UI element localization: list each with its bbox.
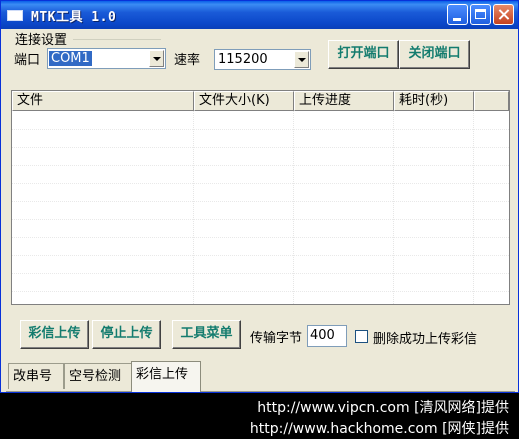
grid-line: [12, 291, 509, 292]
grid-line: [12, 219, 509, 220]
chevron-down-icon[interactable]: [294, 51, 309, 68]
tab-mms-upload[interactable]: 彩信上传: [131, 361, 201, 392]
port-label: 端口: [14, 53, 41, 68]
port-value: COM1: [49, 51, 92, 66]
grid-line: [12, 183, 509, 184]
grid-line: [473, 111, 474, 304]
rate-label: 速率: [174, 53, 201, 68]
tools-menu-button[interactable]: 工具菜单: [172, 320, 241, 349]
grid-line: [12, 273, 509, 274]
window-title: MTK工具 1.0: [31, 10, 117, 25]
tab-empty-number-check[interactable]: 空号检测: [64, 363, 132, 389]
chevron-down-icon[interactable]: [149, 50, 164, 67]
stop-upload-button[interactable]: 停止上传: [92, 320, 161, 349]
watermark-line-2: http://www.hackhome.com [网侠]提供: [249, 421, 509, 437]
open-port-button[interactable]: 打开端口: [328, 40, 399, 69]
delete-after-upload-checkbox[interactable]: [355, 330, 368, 343]
maximize-icon[interactable]: [470, 4, 491, 25]
watermark-line-1: http://www.vipcn.com [清风网络]提供: [257, 400, 509, 416]
rate-select[interactable]: 115200: [214, 49, 311, 70]
rate-value: 115200: [218, 52, 268, 67]
column-header-time[interactable]: 耗时(秒): [394, 91, 474, 111]
file-list[interactable]: 文件 文件大小(K) 上传进度 耗时(秒): [11, 90, 510, 305]
minimize-icon[interactable]: [447, 4, 468, 25]
column-header-progress[interactable]: 上传进度: [294, 91, 394, 111]
column-header-filler: [474, 91, 509, 111]
grid-line: [12, 255, 509, 256]
grid-line: [193, 111, 194, 304]
port-select[interactable]: COM1: [47, 48, 166, 69]
delete-after-upload-label: 删除成功上传彩信: [373, 332, 478, 347]
grid-line: [393, 111, 394, 304]
grid-line: [12, 201, 509, 202]
app-icon: [7, 10, 23, 21]
grid-line: [12, 237, 509, 238]
connection-group-border: [73, 39, 161, 40]
grid-line: [12, 165, 509, 166]
close-icon[interactable]: [493, 4, 514, 25]
tab-change-imei[interactable]: 改串号: [8, 363, 64, 389]
connection-group-label: 连接设置: [15, 33, 68, 48]
column-header-size[interactable]: 文件大小(K): [194, 91, 294, 111]
file-list-header: 文件 文件大小(K) 上传进度 耗时(秒): [12, 91, 509, 111]
app-window: MTK工具 1.0 连接设置 端口 COM1 速率 115200 打开端口 关闭…: [0, 0, 519, 393]
tab-strip-line: [6, 391, 515, 392]
close-port-button[interactable]: 关闭端口: [399, 40, 470, 69]
title-bar[interactable]: MTK工具 1.0: [1, 1, 518, 29]
watermark-area: http://www.vipcn.com [清风网络]提供 http://www…: [0, 393, 519, 439]
column-header-file[interactable]: 文件: [12, 91, 194, 111]
bytes-input[interactable]: 400: [307, 325, 347, 347]
bytes-label: 传输字节: [250, 331, 303, 346]
grid-line: [12, 129, 509, 130]
upload-mms-button[interactable]: 彩信上传: [20, 320, 89, 349]
grid-line: [293, 111, 294, 304]
grid-line: [12, 147, 509, 148]
